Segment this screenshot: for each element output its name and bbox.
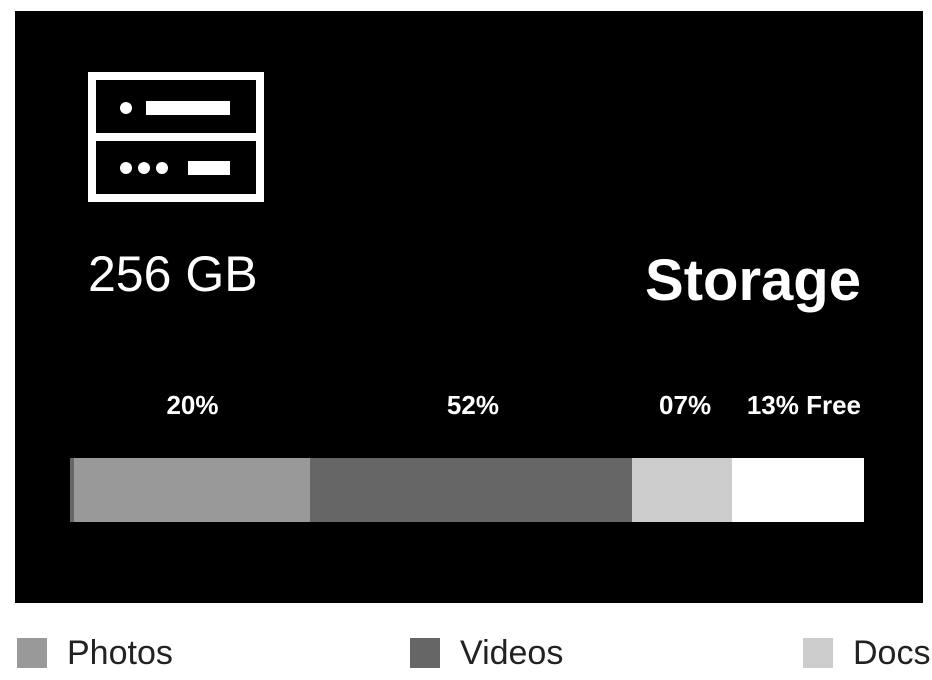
legend-item-videos: Videos [410, 633, 563, 673]
storage-card: 256 GB Storage 20% 52% 07% 13% Free [15, 11, 923, 603]
legend-item-photos: Photos [17, 633, 173, 673]
bar-segment-docs [632, 458, 732, 522]
segment-percent-videos: 52% [446, 390, 499, 420]
legend-item-docs: Docs [803, 633, 930, 673]
storage-usage-bar [70, 458, 864, 522]
legend-label-docs: Docs [853, 634, 931, 672]
bar-segment-videos [309, 458, 633, 522]
legend-label-photos: Photos [67, 634, 173, 672]
legend-swatch-videos [410, 638, 440, 668]
legend-swatch-docs [803, 638, 833, 668]
legend-label-videos: Videos [460, 634, 564, 672]
segment-percent-free: 13% Free [746, 390, 861, 420]
bar-segment-free [731, 458, 864, 522]
server-icon [88, 72, 264, 202]
segment-percent-photos: 20% [166, 390, 219, 420]
bar-segment-photos [74, 458, 310, 522]
storage-capacity: 256 GB [88, 246, 258, 302]
legend-swatch-photos [17, 638, 47, 668]
card-title: Storage [645, 248, 861, 313]
segment-percent-docs: 07% [659, 390, 712, 420]
